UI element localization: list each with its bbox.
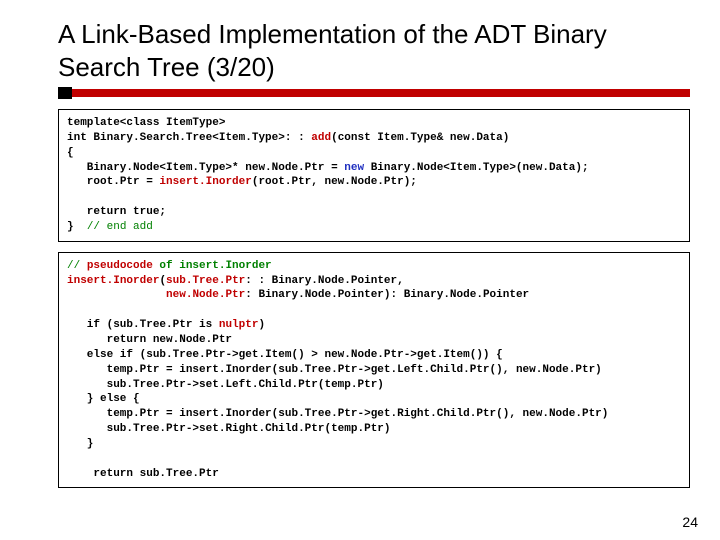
slide: A Link-Based Implementation of the ADT B… <box>0 0 720 540</box>
rule-bar <box>58 89 690 97</box>
slide-title: A Link-Based Implementation of the ADT B… <box>58 18 690 83</box>
page-number: 24 <box>682 514 698 530</box>
title-rule <box>58 89 690 97</box>
rule-cap <box>58 87 72 99</box>
code-box-1: template<class ItemType> int Binary.Sear… <box>58 109 690 242</box>
code-box-2: // pseudocode of insert.Inorder insert.I… <box>58 252 690 489</box>
